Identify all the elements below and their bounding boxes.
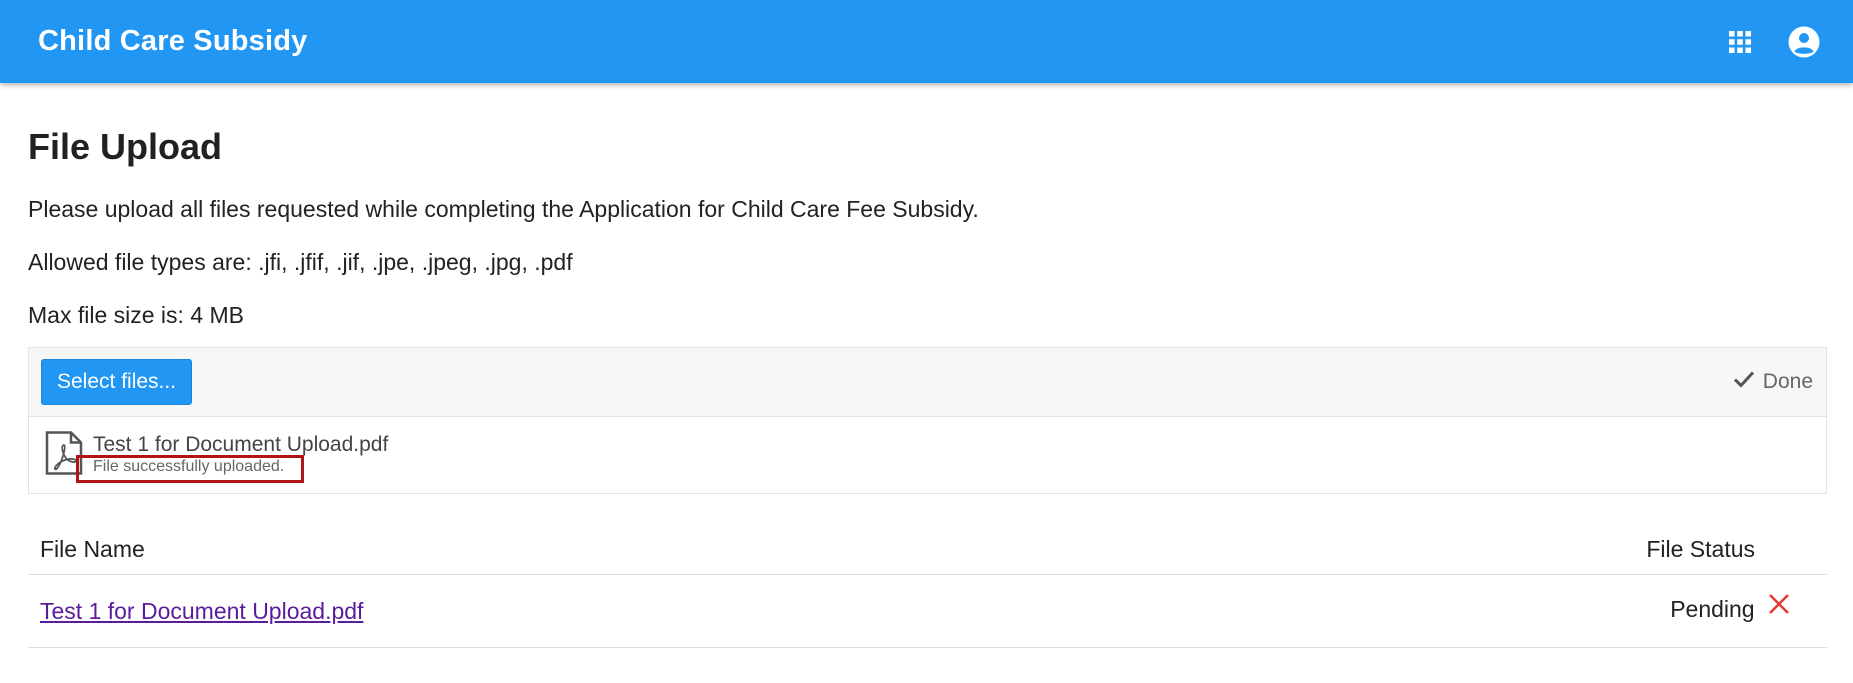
max-file-size: Max file size is: 4 MB [28,302,244,328]
uploaded-file-name: Test 1 for Document Upload.pdf [93,433,389,456]
check-icon [1733,370,1755,394]
files-table: File Name File Status Test 1 for Documen… [28,524,1827,648]
close-icon[interactable] [1767,592,1791,622]
upload-message-wrap: File successfully uploaded. [76,455,388,483]
app-title: Child Care Subsidy [38,25,308,57]
table-header-row: File Name File Status [28,524,1827,575]
upload-status-label: Done [1762,370,1813,393]
file-status: Pending [1670,596,1755,622]
upload-status: Done [1733,370,1813,394]
account-circle-icon[interactable] [1787,25,1821,59]
app-bar-actions [1723,25,1821,59]
allowed-file-types: Allowed file types are: .jfi, .jfif, .ji… [28,249,573,275]
column-header-file-name: File Name [28,524,1186,575]
file-link[interactable]: Test 1 for Document Upload.pdf [40,598,363,624]
select-files-button[interactable]: Select files... [41,359,193,405]
uploaded-file-meta: Test 1 for Document Upload.pdf File succ… [76,433,389,483]
apps-grid-icon[interactable] [1723,25,1757,59]
column-header-file-status: File Status [1185,524,1827,575]
main-content: File Upload Please upload all files requ… [28,83,1828,648]
page-title: File Upload [28,126,223,167]
upload-instructions: Please upload all files requested while … [28,196,979,222]
app-bar: Child Care Subsidy [0,0,1853,83]
highlight-box [76,455,304,483]
file-name-cell: Test 1 for Document Upload.pdf [28,574,1186,648]
uploaded-file-item: Test 1 for Document Upload.pdf File succ… [29,417,1826,493]
file-uploader: Select files... Done Test 1 for Document… [28,347,1827,494]
file-status-cell: Pending [1185,574,1827,648]
uploader-toolbar: Select files... Done [29,348,1826,417]
table-row: Test 1 for Document Upload.pdf Pending [28,574,1827,648]
